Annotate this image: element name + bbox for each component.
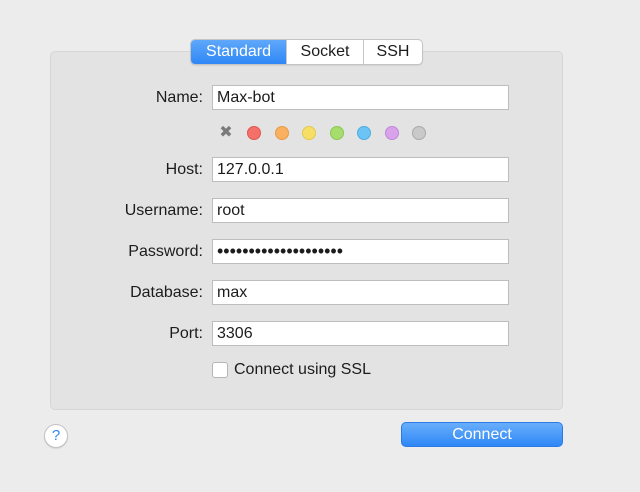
tab-socket[interactable]: Socket: [287, 40, 364, 64]
color-tag-red[interactable]: [247, 126, 261, 140]
color-tag-gray[interactable]: [412, 126, 426, 140]
name-label: Name:: [155, 89, 203, 106]
connection-type-tabs: Standard Socket SSH: [190, 39, 423, 65]
color-tag-green[interactable]: [329, 126, 344, 140]
color-tag-purple[interactable]: [384, 126, 399, 140]
password-field[interactable]: ••••••••••••••••••••: [212, 239, 509, 264]
help-button[interactable]: ?: [44, 424, 68, 448]
database-label: Database:: [130, 284, 203, 301]
name-field[interactable]: Max-bot: [212, 85, 509, 110]
port-field[interactable]: 3306: [212, 321, 509, 346]
port-label: Port:: [169, 325, 203, 342]
color-tag-picker: ✖: [219, 125, 440, 141]
password-label: Password:: [128, 243, 203, 260]
username-field[interactable]: root: [212, 198, 509, 223]
connect-button[interactable]: Connect: [401, 422, 563, 447]
ssl-checkbox[interactable]: [212, 362, 228, 378]
database-field[interactable]: max: [212, 280, 509, 305]
color-tag-yellow[interactable]: [302, 126, 316, 140]
host-label: Host:: [165, 161, 203, 178]
color-tag-orange[interactable]: [274, 126, 289, 140]
ssl-checkbox-label[interactable]: Connect using SSL: [234, 360, 371, 380]
close-icon[interactable]: ✖: [219, 125, 233, 141]
host-field[interactable]: 127.0.0.1: [212, 157, 509, 182]
username-label: Username:: [124, 202, 203, 219]
ssl-option[interactable]: Connect using SSL: [212, 360, 371, 380]
tab-ssh[interactable]: SSH: [364, 40, 422, 64]
color-tag-blue[interactable]: [357, 126, 371, 140]
tab-standard[interactable]: Standard: [191, 40, 287, 64]
